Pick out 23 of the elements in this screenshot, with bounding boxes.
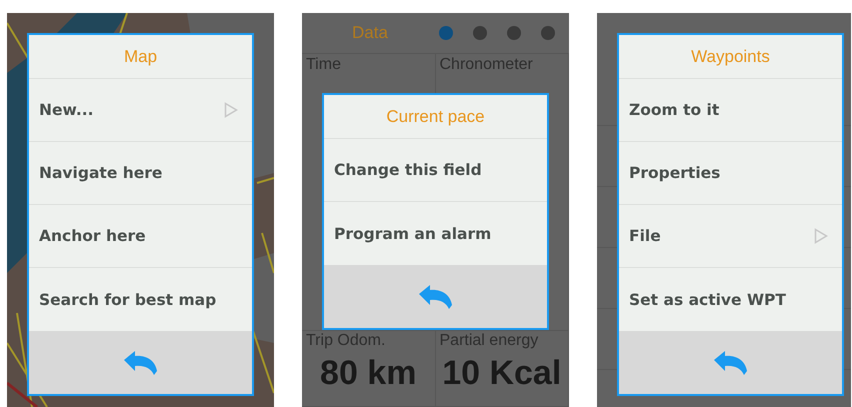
menu-item[interactable]: Program an alarm: [324, 202, 547, 265]
page-dot[interactable]: [541, 26, 555, 40]
dialog-title: Map: [29, 35, 252, 79]
menu-item[interactable]: Change this field: [324, 139, 547, 202]
menu-item[interactable]: File: [619, 205, 842, 268]
field-value: 10 Kcal: [441, 354, 562, 393]
menu-item[interactable]: Set as active WPT: [619, 268, 842, 331]
menu-item[interactable]: Anchor here: [29, 205, 252, 268]
page-dot[interactable]: [507, 26, 521, 40]
field-value: 80 km: [319, 354, 418, 393]
screen-title: Data: [352, 23, 388, 43]
page-dot[interactable]: [439, 26, 453, 40]
dialog-title: Waypoints: [619, 35, 842, 79]
menu-item[interactable]: New...: [29, 79, 252, 142]
dialog-title: Current pace: [324, 95, 547, 139]
back-arrow-icon: [122, 348, 160, 376]
menu-item[interactable]: Properties: [619, 142, 842, 205]
menu-item[interactable]: Navigate here: [29, 142, 252, 205]
back-arrow-icon: [712, 348, 750, 376]
page-dot[interactable]: [473, 26, 487, 40]
back-arrow-icon: [416, 282, 454, 310]
menu-item[interactable]: Zoom to it: [619, 79, 842, 142]
menu-item[interactable]: Search for best map: [29, 268, 252, 331]
